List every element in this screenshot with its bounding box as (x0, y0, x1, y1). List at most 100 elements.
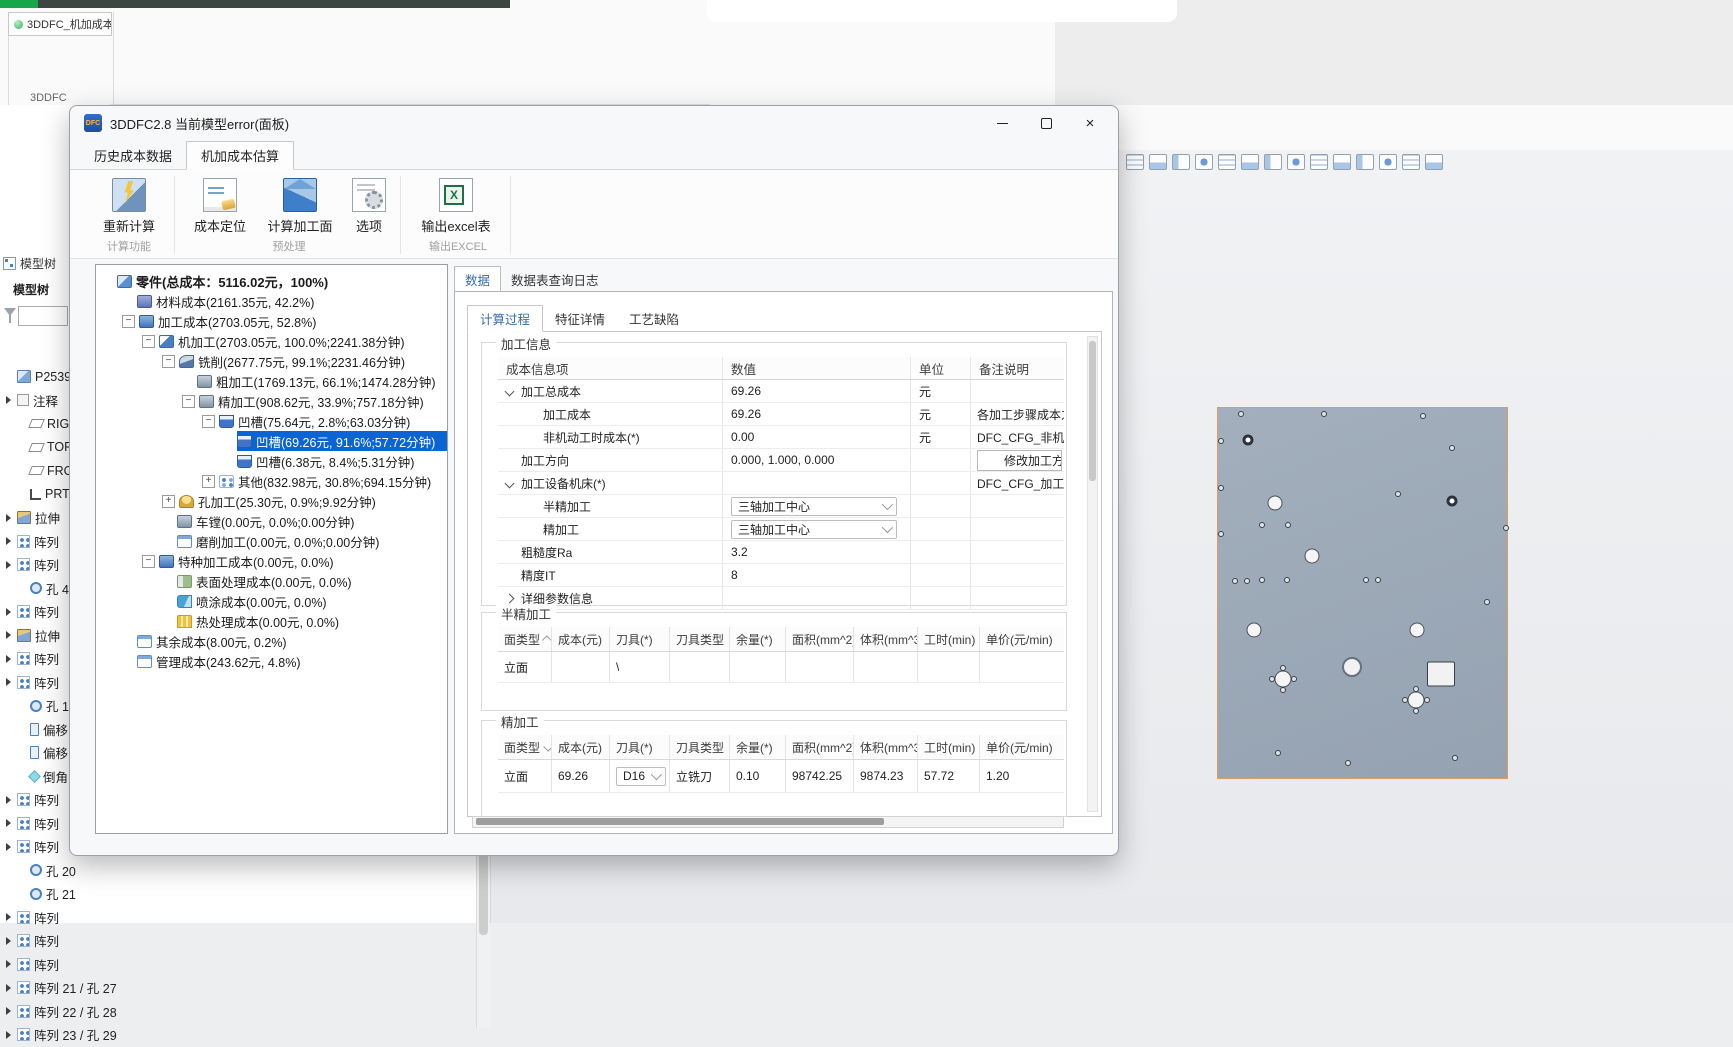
info-table-row[interactable]: 加工方向0.000, 1.000, 0.000修改加工方 (498, 449, 1064, 472)
cost-tree-item[interactable]: 零件(总成本：5116.02元，100%) (96, 271, 447, 291)
cost-tree-item-body[interactable]: 管理成本(243.62元, 4.8%) (137, 651, 447, 671)
tree-expand-icon[interactable]: + (162, 495, 175, 508)
cost-tree-item[interactable]: 其余成本(8.00元, 0.2%) (96, 631, 447, 651)
minimize-button[interactable] (980, 106, 1024, 140)
tab-feature-detail[interactable]: 特征详情 (543, 306, 617, 331)
chevron-down-icon[interactable] (505, 478, 515, 488)
model-tree-filter-input[interactable] (18, 306, 68, 326)
tree-collapse-icon[interactable]: − (182, 395, 195, 408)
cost-tree-item-body[interactable]: 特种加工成本(0.00元, 0.0%) (159, 551, 447, 571)
chevron-right-icon[interactable] (505, 593, 515, 603)
dropdown-select[interactable]: 三轴加工中心 (731, 497, 897, 516)
model-tree-item[interactable]: 孔 20 (0, 859, 480, 883)
machining-table-row[interactable]: 立面\ (498, 652, 1064, 683)
tab-data[interactable]: 数据 (454, 266, 501, 291)
compute-faces-button[interactable]: 计算加工面 (254, 176, 346, 236)
close-button[interactable]: × (1068, 106, 1112, 140)
tab-query-log[interactable]: 数据表查询日志 (501, 267, 609, 291)
appearance-icon[interactable] (1356, 154, 1374, 170)
tree-collapse-icon[interactable]: − (122, 315, 135, 328)
model-tree-item[interactable]: 阵列 23 / 孔 29 (0, 1023, 480, 1047)
cost-tree-item[interactable]: −机加工(2703.05元, 100.0%;2241.38分钟) (96, 331, 447, 351)
cost-tree-item-body[interactable]: 表面处理成本(0.00元, 0.0%) (177, 571, 447, 591)
pane-vertical-scrollbar[interactable] (1087, 336, 1098, 812)
cost-tree-item-body[interactable]: 铣削(2677.75元, 99.1%;2231.46分钟) (179, 351, 447, 371)
info-table-row[interactable]: 精加工三轴加工中心 (498, 518, 1064, 541)
cost-tree-item-body[interactable]: 机加工(2703.05元, 100.0%;2241.38分钟) (159, 331, 447, 351)
cost-tree-item-body[interactable]: 其他(832.98元, 30.8%;694.15分钟) (219, 471, 447, 491)
remark-edit-input[interactable]: 修改加工方 (977, 450, 1062, 471)
model-tree-item[interactable]: 阵列 (0, 953, 480, 977)
cost-tree-item-body[interactable]: 凹槽(69.26元, 91.6%;57.72分钟) (237, 431, 447, 451)
saved-orientations-icon[interactable] (1195, 154, 1213, 170)
zoom-out-icon[interactable] (1172, 154, 1190, 170)
pane-horizontal-scrollbar[interactable] (472, 816, 1064, 828)
info-table-row[interactable]: 半精加工三轴加工中心 (498, 495, 1064, 518)
machining-table-row[interactable]: 立面69.26D16立铣刀0.1098742.259874.2357.721.2… (498, 760, 1064, 793)
scrollbar-thumb[interactable] (1089, 341, 1096, 481)
refit-icon[interactable] (1126, 154, 1144, 170)
model-tree-item[interactable]: 阵列 21 / 孔 27 (0, 976, 480, 1000)
dialog-titlebar[interactable]: DFC 3DDFC2.8 当前模型error(面板) (70, 106, 1118, 140)
cost-tree-item[interactable]: −特种加工成本(0.00元, 0.0%) (96, 551, 447, 571)
model-tree-item[interactable]: 阵列 22 / 孔 28 (0, 1000, 480, 1024)
model-tree-item[interactable]: 阵列 (0, 929, 480, 953)
cost-tree-item[interactable]: 热处理成本(0.00元, 0.0%) (96, 611, 447, 631)
dropdown-select[interactable]: 三轴加工中心 (731, 520, 897, 539)
tab-history-cost-data[interactable]: 历史成本数据 (80, 142, 186, 169)
info-table-row[interactable]: 加工成本69.26元各加工步骤成本之和 (498, 403, 1064, 426)
tab-machining-cost-estimate[interactable]: 机加成本估算 (186, 141, 294, 170)
cost-tree-item-body[interactable]: 零件(总成本：5116.02元，100%) (117, 271, 447, 291)
tree-expand-icon[interactable]: + (202, 475, 215, 488)
cost-tree-item-body[interactable]: 热处理成本(0.00元, 0.0%) (177, 611, 447, 631)
tree-collapse-icon[interactable]: − (142, 555, 155, 568)
options-button[interactable]: 选项 (342, 176, 396, 236)
export-excel-button[interactable]: 输出excel表 (408, 176, 504, 236)
cost-tree-item-body[interactable]: 材料成本(2161.35元, 42.2%) (137, 291, 447, 311)
tree-collapse-icon[interactable]: − (142, 335, 155, 348)
tab-process-defects[interactable]: 工艺缺陷 (617, 306, 691, 331)
cost-tree-item[interactable]: −凹槽(75.64元, 2.8%;63.03分钟) (96, 411, 447, 431)
cost-tree-item[interactable]: + 孔加工(25.30元, 0.9%;9.92分钟) (96, 491, 447, 511)
scrollbar-thumb[interactable] (476, 818, 884, 825)
cost-tree-item-body[interactable]: 凹槽(6.38元, 8.4%;5.31分钟) (237, 451, 447, 471)
cost-tree-item-body[interactable]: 磨削加工(0.00元, 0.0%;0.00分钟) (177, 531, 447, 551)
cost-tree-item[interactable]: 磨削加工(0.00元, 0.0%;0.00分钟) (96, 531, 447, 551)
maximize-button[interactable] (1024, 106, 1068, 140)
chevron-down-icon[interactable] (505, 386, 515, 396)
cost-tree-item[interactable]: 喷涂成本(0.00元, 0.0%) (96, 591, 447, 611)
cost-tree-item-body[interactable]: 车镗(0.00元, 0.0%;0.00分钟) (177, 511, 447, 531)
simulate-icon[interactable] (1333, 154, 1351, 170)
cost-tree-item[interactable]: 粗加工(1769.13元, 66.1%;1474.28分钟) (96, 371, 447, 391)
cost-tree-item-body[interactable]: 孔加工(25.30元, 0.9%;9.92分钟) (179, 491, 447, 511)
info-table-row[interactable]: 详细参数信息 (498, 587, 1064, 610)
part-model[interactable] (1217, 407, 1508, 779)
cost-tree-item[interactable]: −精加工(908.62元, 33.9%;757.18分钟) (96, 391, 447, 411)
sort-desc-icon[interactable] (543, 741, 552, 751)
cost-locate-button[interactable]: 成本定位 (181, 176, 259, 236)
dropdown-select[interactable]: D16 (616, 767, 666, 786)
cost-tree-item[interactable]: 车镗(0.00元, 0.0%;0.00分钟) (96, 511, 447, 531)
cost-tree-item[interactable]: + 其他(832.98元, 30.8%;694.15分钟) (96, 471, 447, 491)
view-manager-icon[interactable] (1379, 154, 1397, 170)
cost-tree-item[interactable]: 凹槽(6.38元, 8.4%;5.31分钟) (96, 451, 447, 471)
model-tree-item[interactable]: 孔 21 (0, 882, 480, 906)
cost-tree-item-body[interactable]: 粗加工(1769.13元, 66.1%;1474.28分钟) (197, 371, 447, 391)
cost-tree-item[interactable]: −加工成本(2703.05元, 52.8%) (96, 311, 447, 331)
perspective-icon[interactable] (1402, 154, 1420, 170)
annotation-display-icon[interactable] (1264, 154, 1282, 170)
cost-tree-item-body[interactable]: 凹槽(75.64元, 2.8%;63.03分钟) (219, 411, 447, 431)
zoom-in-icon[interactable] (1149, 154, 1167, 170)
tree-collapse-icon[interactable]: − (202, 415, 215, 428)
model-tree-item[interactable]: 阵列 (0, 906, 480, 930)
info-table-row[interactable]: 精度IT8 (498, 564, 1064, 587)
cost-tree-item-body[interactable]: 精加工(908.62元, 33.9%;757.18分钟) (199, 391, 447, 411)
datum-display-icon[interactable] (1241, 154, 1259, 170)
spin-center-icon[interactable] (1287, 154, 1305, 170)
info-table-row[interactable]: 非机动工时成本(*)0.00元DFC_CFG_非机动工时默认值(DFC_CF (498, 426, 1064, 449)
cost-tree-item[interactable]: 管理成本(243.62元, 4.8%) (96, 651, 447, 671)
cost-tree-item[interactable]: 材料成本(2161.35元, 42.2%) (96, 291, 447, 311)
cost-tree-item-body[interactable]: 其余成本(8.00元, 0.2%) (137, 631, 447, 651)
section-icon[interactable] (1310, 154, 1328, 170)
cost-tree-item-body[interactable]: 喷涂成本(0.00元, 0.0%) (177, 591, 447, 611)
